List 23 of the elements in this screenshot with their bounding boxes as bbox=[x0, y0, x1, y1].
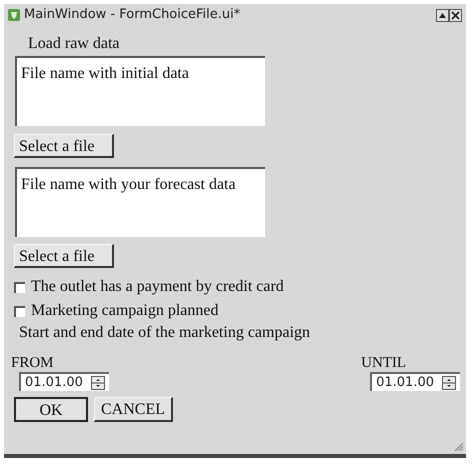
app-icon bbox=[8, 9, 20, 21]
checkbox-label: The outlet has a payment by credit card bbox=[31, 277, 284, 297]
close-icon[interactable] bbox=[449, 8, 462, 22]
until-label: UNTIL bbox=[361, 355, 406, 372]
push-button[interactable]: Select a file bbox=[14, 244, 114, 268]
dialog-button[interactable]: OK bbox=[14, 397, 88, 422]
checkbox[interactable] bbox=[14, 282, 25, 292]
window-title: MainWindow - FormChoiceFile.ui* bbox=[24, 6, 240, 24]
checkbox-label: Marketing campaign planned bbox=[31, 301, 218, 321]
spin-arrows-icon[interactable] bbox=[442, 376, 456, 390]
from-label: FROM bbox=[11, 355, 54, 372]
campaign-label: Start and end date of the marketing campaign bbox=[18, 323, 312, 343]
date-spinbox[interactable]: 01.01.00 bbox=[19, 372, 109, 391]
maximize-icon[interactable] bbox=[436, 8, 449, 22]
text-area[interactable]: File name with your forecast data bbox=[15, 167, 265, 237]
section-label: Load raw data bbox=[27, 34, 121, 54]
checkbox[interactable] bbox=[14, 306, 25, 316]
date-spinbox[interactable]: 01.01.00 bbox=[370, 372, 460, 391]
text-area[interactable]: File name with initial data bbox=[15, 56, 265, 126]
push-button[interactable]: Select a file bbox=[14, 134, 114, 158]
spin-arrows-icon[interactable] bbox=[90, 376, 105, 390]
dialog-button[interactable]: CANCEL bbox=[94, 397, 173, 422]
resize-grip-icon[interactable] bbox=[454, 442, 464, 452]
